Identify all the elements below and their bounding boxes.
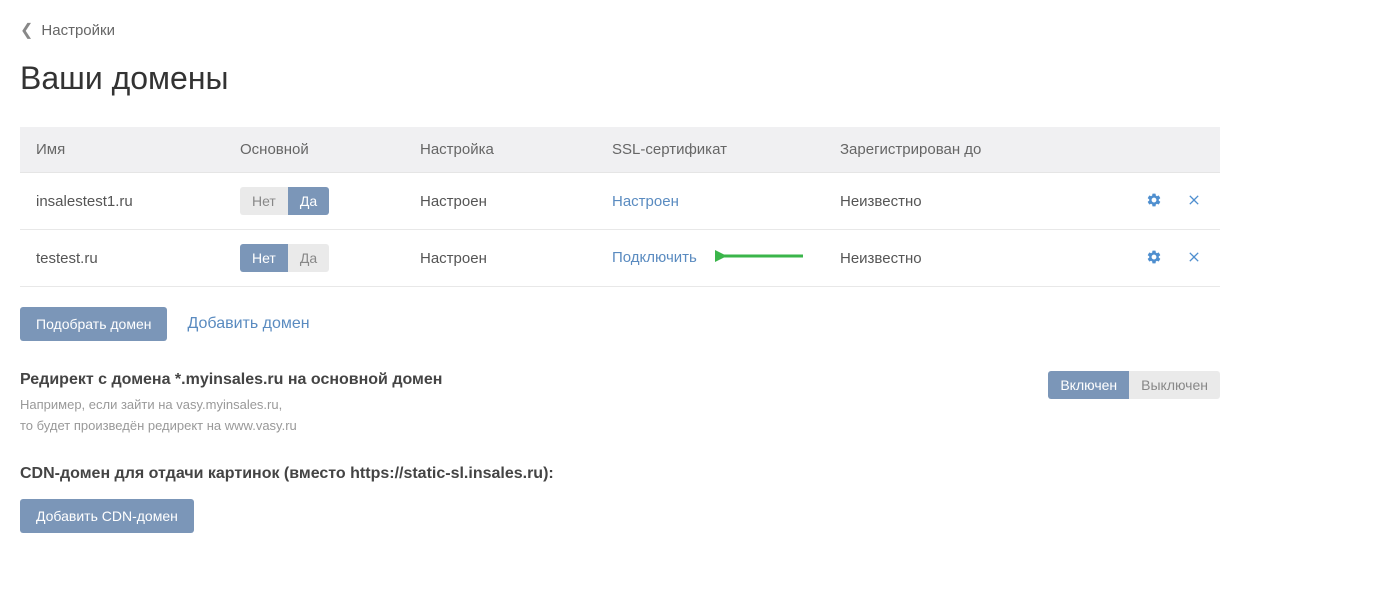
toggle-no-button[interactable]: Нет <box>240 187 288 215</box>
pick-domain-button[interactable]: Подобрать домен <box>20 307 167 341</box>
cell-registered: Неизвестно <box>824 230 1100 287</box>
gear-icon[interactable] <box>1144 190 1164 210</box>
arrow-annotation-icon <box>715 246 805 270</box>
gear-icon[interactable] <box>1144 247 1164 267</box>
cdn-section: CDN-домен для отдачи картинок (вместо ht… <box>20 465 1220 533</box>
breadcrumb-label: Настройки <box>41 22 115 39</box>
add-domain-link[interactable]: Добавить домен <box>187 315 309 333</box>
redirect-title: Редирект с домена *.myinsales.ru на осно… <box>20 371 442 389</box>
toggle-yes-button[interactable]: Да <box>288 244 329 272</box>
close-icon[interactable] <box>1184 247 1204 267</box>
redirect-hint-1: Например, если зайти на vasy.myinsales.r… <box>20 395 442 416</box>
cell-main-toggle: Нет Да <box>224 230 404 287</box>
toggle-yes-button[interactable]: Да <box>288 187 329 215</box>
cell-main-toggle: Нет Да <box>224 173 404 230</box>
close-icon[interactable] <box>1184 190 1204 210</box>
main-toggle: Нет Да <box>240 244 329 272</box>
main-toggle: Нет Да <box>240 187 329 215</box>
domains-table: Имя Основной Настройка SSL-сертификат За… <box>20 127 1220 287</box>
table-row: testest.ru Нет Да Настроен Подключить <box>20 230 1220 287</box>
cell-actions <box>1100 230 1220 287</box>
add-cdn-button[interactable]: Добавить CDN-домен <box>20 499 194 533</box>
cdn-title: CDN-домен для отдачи картинок (вместо ht… <box>20 465 1220 483</box>
cell-domain-name: testest.ru <box>20 230 224 287</box>
cell-ssl: Настроен <box>596 173 824 230</box>
redirect-toggle: Включен Выключен <box>1048 371 1220 399</box>
toggle-no-button[interactable]: Нет <box>240 244 288 272</box>
th-main: Основной <box>224 127 404 173</box>
th-ssl: SSL-сертификат <box>596 127 824 173</box>
cell-ssl: Подключить <box>596 230 824 287</box>
cell-setup: Настроен <box>404 230 596 287</box>
th-actions <box>1100 127 1220 173</box>
cell-actions <box>1100 173 1220 230</box>
cell-registered: Неизвестно <box>824 173 1100 230</box>
th-registered: Зарегистрирован до <box>824 127 1100 173</box>
cell-domain-name: insalestest1.ru <box>20 173 224 230</box>
page-title: Ваши домены <box>20 60 1220 97</box>
ssl-link[interactable]: Настроен <box>612 193 679 210</box>
redirect-on-button[interactable]: Включен <box>1048 371 1129 399</box>
chevron-left-icon: ❮ <box>20 20 33 40</box>
redirect-hint-2: то будет произведён редирект на www.vasy… <box>20 416 442 437</box>
th-setup: Настройка <box>404 127 596 173</box>
th-name: Имя <box>20 127 224 173</box>
breadcrumb[interactable]: ❮ Настройки <box>20 20 1220 40</box>
ssl-connect-link[interactable]: Подключить <box>612 249 697 266</box>
table-row: insalestest1.ru Нет Да Настроен Настроен… <box>20 173 1220 230</box>
redirect-section: Редирект с домена *.myinsales.ru на осно… <box>20 371 1220 437</box>
domain-buttons-row: Подобрать домен Добавить домен <box>20 307 1220 341</box>
cell-setup: Настроен <box>404 173 596 230</box>
redirect-off-button[interactable]: Выключен <box>1129 371 1220 399</box>
